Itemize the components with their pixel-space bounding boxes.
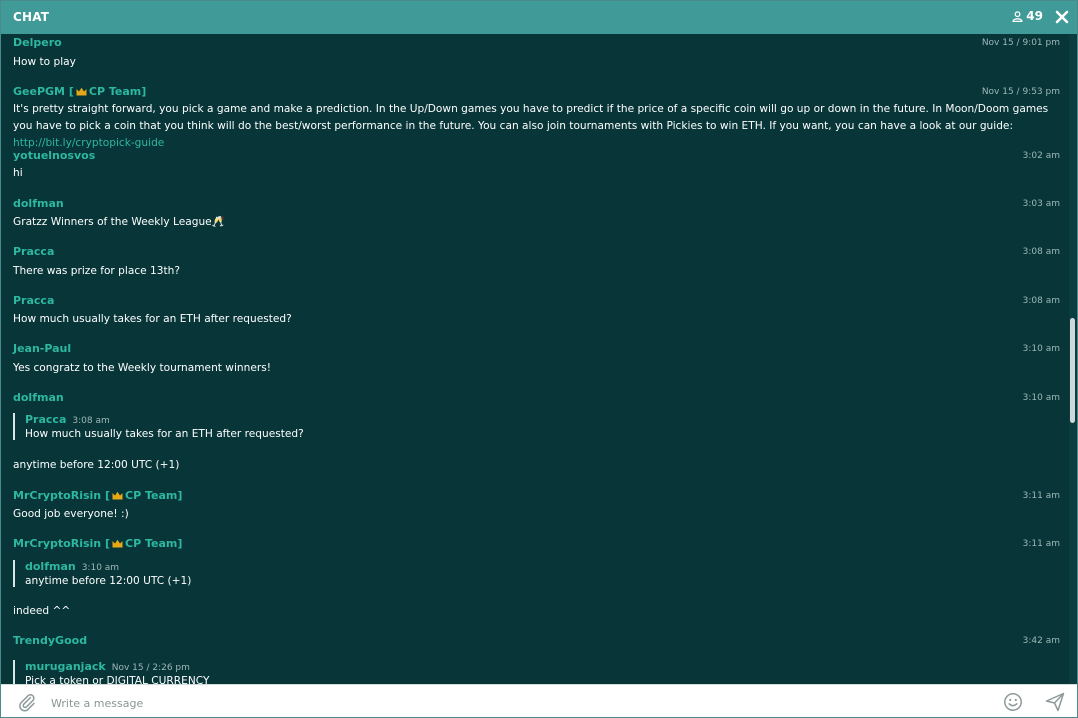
message-time: 3:11 am [1022,491,1060,501]
message-author-line[interactable]: MrCryptoRisin [CP Team] [13,489,182,502]
message-time: Nov 15 / 9:53 pm [981,87,1060,97]
message-composer [1,684,1077,717]
quote-author: dolfman [25,560,76,573]
online-count: 49 [1012,9,1043,23]
quote-time: 3:08 am [72,416,110,426]
message-time: 3:10 am [1022,393,1060,403]
quote-text: How much usually takes for an ETH after … [25,428,304,440]
message-author[interactable]: yotuelnosvos [13,149,95,162]
message-body: It's pretty straight forward, you pick a… [13,103,1049,132]
message-text: hi [13,167,23,179]
message-author: GeePGM [13,85,65,98]
quote-text: Pick a token or DIGITAL CURRENCY [25,675,210,684]
quote-time: 3:10 am [81,563,120,573]
quote-author: muruganjack [25,660,106,673]
message-author[interactable]: TrendyGood [13,634,87,647]
team-tag: CP Team [125,489,178,502]
message-author[interactable]: Delpero [13,36,62,49]
message-time: 3:02 am [1022,151,1060,161]
crown-icon [112,491,123,500]
user-icon [1012,10,1023,22]
message-author[interactable]: dolfman [13,391,64,404]
message-text: How to play [13,56,76,68]
online-count-value: 49 [1026,9,1043,23]
message-text: How much usually takes for an ETH after … [13,313,292,325]
message-time: Nov 15 / 9:01 pm [981,38,1060,48]
quote-text: anytime before 12:00 UTC (+1) [25,575,192,587]
message-text: Gratzz Winners of the Weekly League🥂 [13,216,225,228]
send-icon[interactable] [1044,691,1066,713]
message-text: indeed ^^ [13,605,71,617]
message-author-line[interactable]: GeePGM [CP Team] [13,85,146,98]
quote-time: Nov 15 / 2:26 pm [111,663,190,673]
message-author: MrCryptoRisin [13,489,102,502]
chat-header: CHAT 49 [1,1,1077,34]
team-tag: CP Team [88,85,142,98]
quote-author: Pracca [25,413,67,426]
message-time: 3:42 am [1022,636,1060,646]
team-tag: CP Team [125,537,178,550]
guide-link[interactable]: http://bit.ly/cryptopick-guide [13,137,164,149]
message-text: It's pretty straight forward, you pick a… [13,101,1063,152]
scrollbar-thumb[interactable] [1070,318,1075,423]
message-input[interactable] [49,691,983,715]
message-text: Yes congratz to the Weekly tournament wi… [13,362,271,374]
message-time: 3:10 am [1022,344,1060,354]
message-text: anytime before 12:00 UTC (+1) [13,459,180,471]
message-list[interactable]: Delpero Nov 15 / 9:01 pm How to play Gee… [1,34,1069,684]
close-icon[interactable] [1054,8,1070,26]
smiley-icon[interactable] [1003,692,1023,712]
message-author[interactable]: Pracca [13,294,54,307]
scrollbar[interactable] [1069,34,1077,684]
message-author[interactable]: Jean-Paul [13,342,71,355]
message-author[interactable]: dolfman [13,197,64,210]
message-author: MrCryptoRisin [13,537,102,550]
message-text: Good job everyone! :) [13,508,129,520]
chat-window: CHAT 49 Delpero Nov 15 / 9:01 pm How to … [0,0,1078,718]
message-time: 3:11 am [1022,539,1060,549]
chat-title: CHAT [13,10,50,24]
message-time: 3:08 am [1022,296,1060,306]
quoted-message[interactable]: muruganjack Nov 15 / 2:26 pm Pick a token… [13,660,625,684]
message-author[interactable]: Pracca [13,245,54,258]
message-time: 3:08 am [1022,247,1060,257]
message-time: 3:03 am [1022,199,1060,209]
crown-icon [76,87,87,96]
quoted-message[interactable]: Pracca 3:08 am How much usually takes for… [13,413,625,440]
paperclip-icon[interactable] [17,692,37,712]
message-author-line[interactable]: MrCryptoRisin [CP Team] [13,537,182,550]
quoted-message[interactable]: dolfman 3:10 am anytime before 12:00 UTC … [13,560,625,587]
crown-icon [112,539,123,548]
message-text: There was prize for place 13th? [13,265,180,277]
